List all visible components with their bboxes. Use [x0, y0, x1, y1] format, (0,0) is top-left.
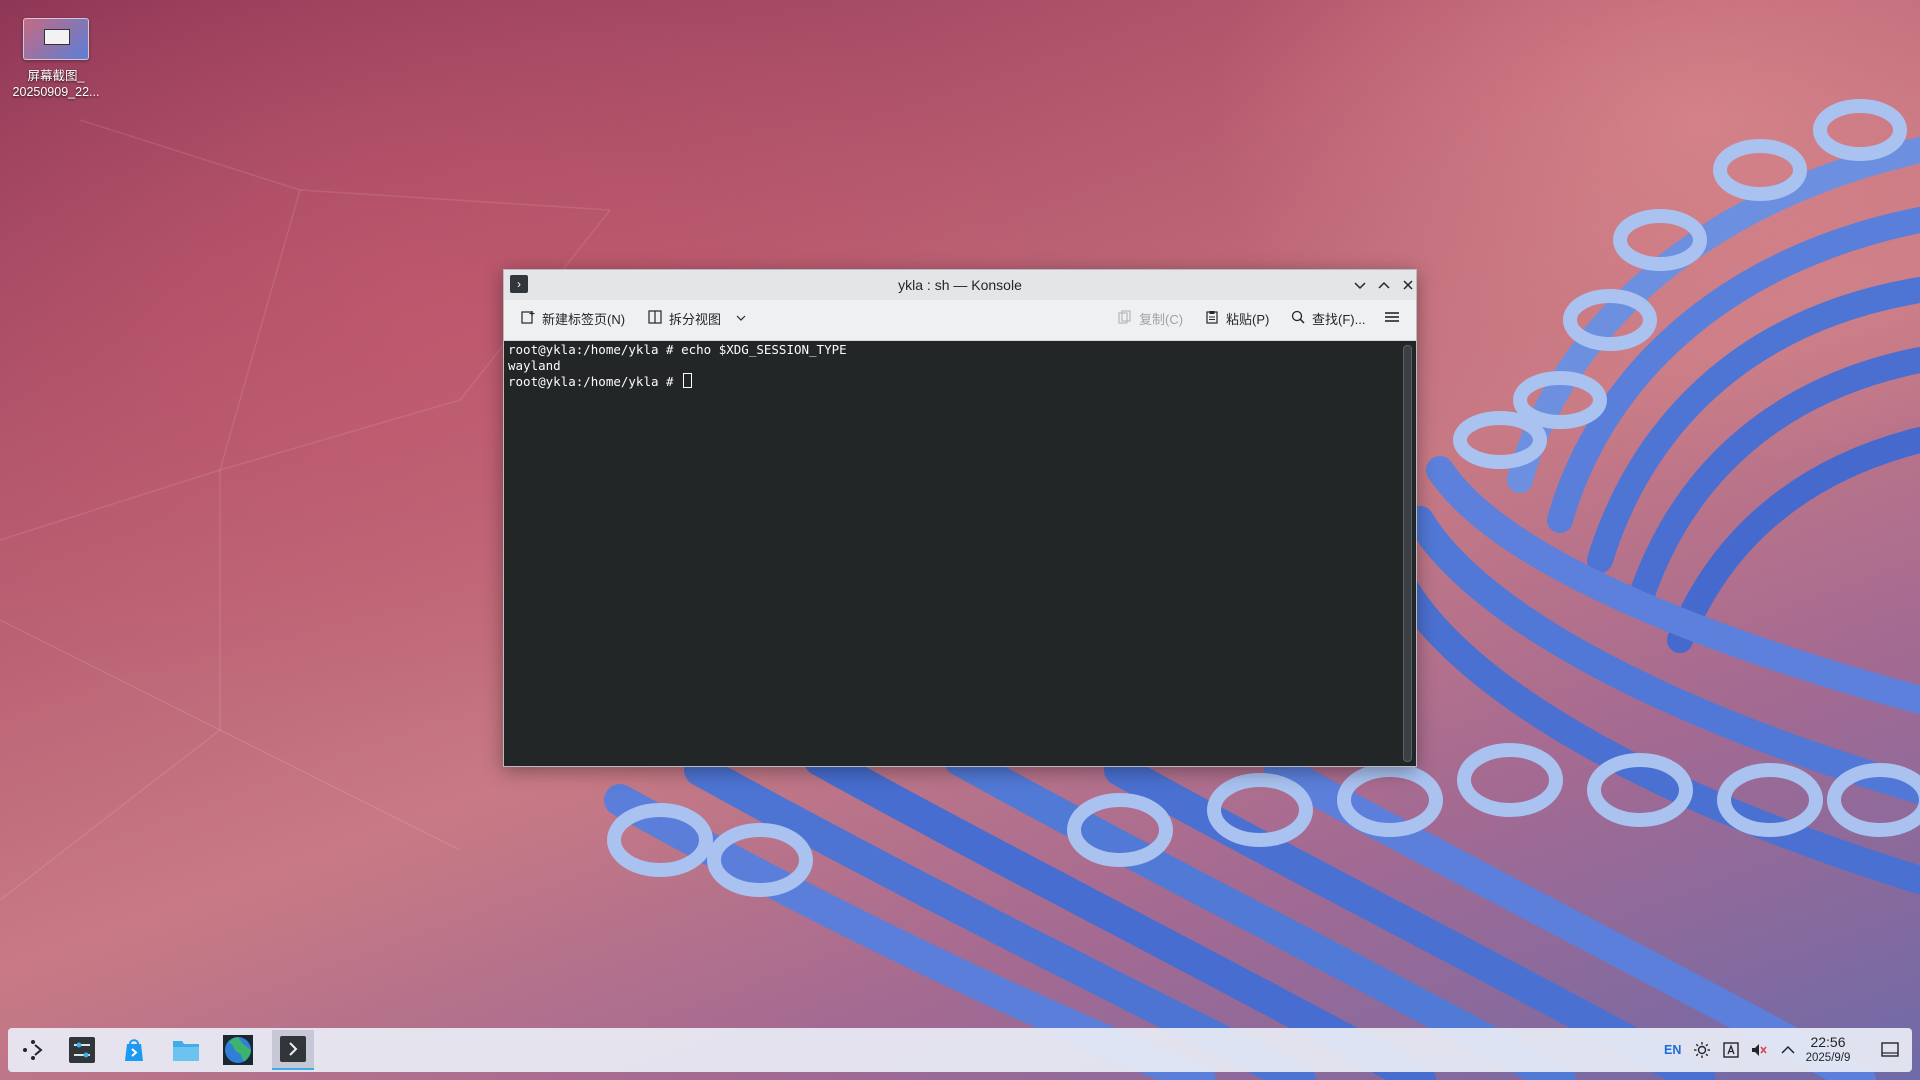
minimize-button[interactable] [1352, 277, 1368, 293]
show-desktop-icon [1881, 1042, 1899, 1057]
paste-label: 粘贴(P) [1226, 312, 1270, 327]
kde-launcher-icon [23, 1040, 43, 1060]
desktop-file-label-line2: 20250909_22... [12, 85, 100, 99]
taskbar-app-konsole[interactable] [272, 1030, 314, 1070]
title-bar[interactable]: › ykla : sh — Konsole [504, 270, 1416, 300]
folder-icon [173, 1041, 199, 1061]
toolbar: 新建标签页(N) 拆分视图 复制(C) 粘贴(P) 查找(F)... [504, 300, 1416, 341]
globe-icon [223, 1035, 253, 1065]
image-thumbnail-icon [23, 18, 89, 60]
copy-button[interactable]: 复制(C) [1117, 310, 1183, 330]
split-view-icon [647, 310, 663, 330]
show-desktop-button[interactable] [1880, 1028, 1900, 1072]
show-hidden-tray-button[interactable] [1779, 1028, 1797, 1072]
close-icon [1403, 280, 1413, 290]
taskbar: EN 22:56 2025/9/9 [8, 1028, 1912, 1072]
maximize-button[interactable] [1376, 277, 1392, 293]
brightness-icon [1694, 1042, 1710, 1058]
new-tab-icon [520, 310, 536, 330]
input-method-button[interactable] [1722, 1028, 1740, 1072]
taskbar-app-browser[interactable] [220, 1034, 256, 1066]
konsole-icon [280, 1036, 306, 1062]
copy-label: 复制(C) [1139, 312, 1184, 327]
terminal-prompt-line: root@ykla:/home/ykla # [508, 373, 847, 389]
hamburger-menu-icon [1384, 310, 1400, 330]
search-icon [1290, 310, 1306, 330]
volume-muted-icon [1752, 1044, 1767, 1056]
window-title: ykla : sh — Konsole [898, 277, 1022, 293]
clock-date: 2025/9/9 [1805, 1052, 1851, 1064]
terminal-line: root@ykla:/home/ykla # echo $XDG_SESSION… [508, 342, 847, 357]
new-tab-label: 新建标签页(N) [542, 312, 626, 327]
copy-icon [1117, 310, 1133, 330]
keyboard-layout-label: EN [1664, 1043, 1682, 1057]
paste-icon [1204, 310, 1220, 330]
desktop-file-screenshot[interactable]: 屏幕截图_ 20250909_22... [8, 18, 104, 100]
find-label: 查找(F)... [1312, 312, 1366, 327]
split-view-button[interactable]: 拆分视图 [647, 310, 755, 330]
volume-button[interactable] [1750, 1028, 1768, 1072]
brightness-button[interactable] [1693, 1028, 1711, 1072]
taskbar-app-system-settings[interactable] [64, 1034, 100, 1066]
split-view-label: 拆分视图 [669, 312, 722, 327]
clock-time: 22:56 [1810, 1034, 1846, 1050]
chevron-down-icon [1354, 282, 1366, 290]
vertical-scrollbar[interactable] [1403, 345, 1412, 762]
konsole-window: › ykla : sh — Konsole 新建标签页(N) 拆分视图 复制(C… [503, 269, 1417, 767]
hamburger-menu-button[interactable] [1384, 310, 1406, 330]
find-button[interactable]: 查找(F)... [1290, 310, 1365, 330]
paste-button[interactable]: 粘贴(P) [1204, 310, 1269, 330]
discover-shopping-bag-icon [125, 1039, 143, 1061]
terminal-line: wayland [508, 357, 561, 373]
text-cursor [683, 373, 693, 388]
chevron-up-icon [1781, 1045, 1795, 1054]
application-launcher-button[interactable] [15, 1034, 51, 1066]
close-button[interactable] [1400, 277, 1416, 293]
taskbar-app-discover[interactable] [116, 1034, 152, 1066]
digital-clock[interactable]: 22:56 2025/9/9 [1798, 1034, 1858, 1065]
new-tab-button[interactable]: 新建标签页(N) [520, 310, 625, 330]
input-method-icon [1723, 1042, 1739, 1058]
chevron-down-icon [733, 310, 749, 330]
taskbar-app-dolphin[interactable] [168, 1034, 204, 1066]
keyboard-layout-indicator[interactable]: EN [1664, 1028, 1681, 1072]
desktop-file-label-line1: 屏幕截图_ [27, 69, 85, 83]
terminal-area[interactable]: root@ykla:/home/ykla # echo $XDG_SESSION… [504, 341, 1416, 766]
system-settings-icon [69, 1037, 95, 1063]
chevron-up-icon [1378, 281, 1390, 289]
terminal-prompt: root@ykla:/home/ykla # [508, 374, 682, 389]
